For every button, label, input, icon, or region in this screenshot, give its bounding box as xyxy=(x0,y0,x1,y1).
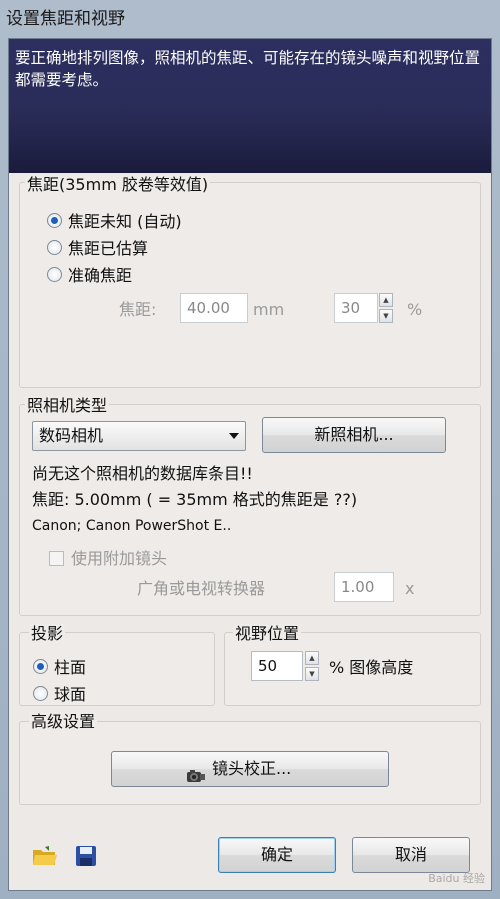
radio-focal-estimated[interactable]: 焦距已估算 xyxy=(47,235,148,259)
camera-info-line2: 焦距: 5.00mm ( = 35mm 格式的焦距是 ??) xyxy=(32,490,358,509)
camera-model: Canon; Canon PowerShot E.. xyxy=(32,518,232,534)
use-lens-label: 使用附加镜头 xyxy=(71,549,168,568)
spin-up-icon[interactable]: ▲ xyxy=(305,651,319,665)
projection-group-label: 投影 xyxy=(29,624,66,644)
dialog-client: 要正确地排列图像，照相机的焦距、可能存在的镜头噪声和视野位置都需要考虑。 焦距(… xyxy=(8,38,492,891)
description-banner: 要正确地排列图像，照相机的焦距、可能存在的镜头噪声和视野位置都需要考虑。 xyxy=(9,39,491,173)
focal-percent-spinner[interactable]: ▲ ▼ xyxy=(379,293,393,323)
view-position-spinner[interactable]: ▲ ▼ xyxy=(305,651,319,681)
floppy-disk-icon[interactable] xyxy=(75,845,97,871)
radio-spherical[interactable]: 球面 xyxy=(33,681,86,705)
radio-spherical-label: 球面 xyxy=(54,685,87,704)
focal-percent-unit: % xyxy=(407,300,423,319)
radio-focal-exact-label: 准确焦距 xyxy=(68,266,133,285)
radio-focal-exact-dot[interactable] xyxy=(47,266,62,282)
use-lens-checkbox[interactable] xyxy=(49,551,64,566)
dialog-window: 设置焦距和视野 要正确地排列图像，照相机的焦距、可能存在的镜头噪声和视野位置都需… xyxy=(0,0,500,899)
focal-length-input[interactable]: 40.00 xyxy=(180,293,248,323)
watermark: Baidu 经验 xyxy=(428,872,485,885)
lens-correction-button[interactable]: 镜头校正... xyxy=(111,751,389,787)
cancel-button[interactable]: 取消 xyxy=(352,837,470,873)
ok-button[interactable]: 确定 xyxy=(218,837,336,873)
focal-length-group-label: 焦距(35mm 胶卷等效值) xyxy=(25,175,211,195)
radio-focal-estimated-dot[interactable] xyxy=(47,239,62,255)
radio-cylindrical-dot[interactable] xyxy=(33,658,48,674)
spin-down-icon[interactable]: ▼ xyxy=(379,309,393,323)
advanced-group-label: 高级设置 xyxy=(29,712,98,732)
focal-length-unit: mm xyxy=(253,300,285,319)
focal-length-label: 焦距: xyxy=(119,300,157,319)
spin-down-icon[interactable]: ▼ xyxy=(305,667,319,681)
radio-cylindrical[interactable]: 柱面 xyxy=(33,654,86,678)
view-position-group-label: 视野位置 xyxy=(233,624,302,644)
radio-spherical-dot[interactable] xyxy=(33,685,48,701)
camera-type-value: 数码相机 xyxy=(39,426,104,445)
chevron-down-icon xyxy=(229,433,239,439)
radio-focal-unknown-dot[interactable] xyxy=(47,212,62,228)
description-text: 要正确地排列图像，照相机的焦距、可能存在的镜头噪声和视野位置都需要考虑。 xyxy=(15,49,481,89)
new-camera-button[interactable]: 新照相机... xyxy=(262,417,446,453)
lens-correction-label: 镜头校正... xyxy=(212,759,292,778)
radio-focal-unknown[interactable]: 焦距未知 (自动) xyxy=(47,208,182,232)
converter-input[interactable]: 1.00 xyxy=(334,572,394,602)
view-position-suffix: % 图像高度 xyxy=(329,658,414,677)
converter-label: 广角或电视转换器 xyxy=(137,579,266,598)
camera-type-select[interactable]: 数码相机 xyxy=(32,421,246,451)
radio-focal-estimated-label: 焦距已估算 xyxy=(68,239,149,258)
folder-open-icon[interactable] xyxy=(31,845,59,871)
view-position-input[interactable]: 50 xyxy=(251,651,303,681)
converter-unit: x xyxy=(405,579,415,598)
radio-cylindrical-label: 柱面 xyxy=(54,658,87,677)
radio-focal-exact[interactable]: 准确焦距 xyxy=(47,262,132,286)
spin-up-icon[interactable]: ▲ xyxy=(379,293,393,307)
focal-percent-input[interactable]: 30 xyxy=(334,293,378,323)
radio-focal-unknown-label: 焦距未知 (自动) xyxy=(68,212,182,231)
camera-type-group-label: 照相机类型 xyxy=(25,396,110,416)
camera-info-line1: 尚无这个照相机的数据库条目!! xyxy=(32,464,253,483)
camera-lens-icon xyxy=(186,762,206,796)
window-title: 设置焦距和视野 xyxy=(6,9,125,29)
